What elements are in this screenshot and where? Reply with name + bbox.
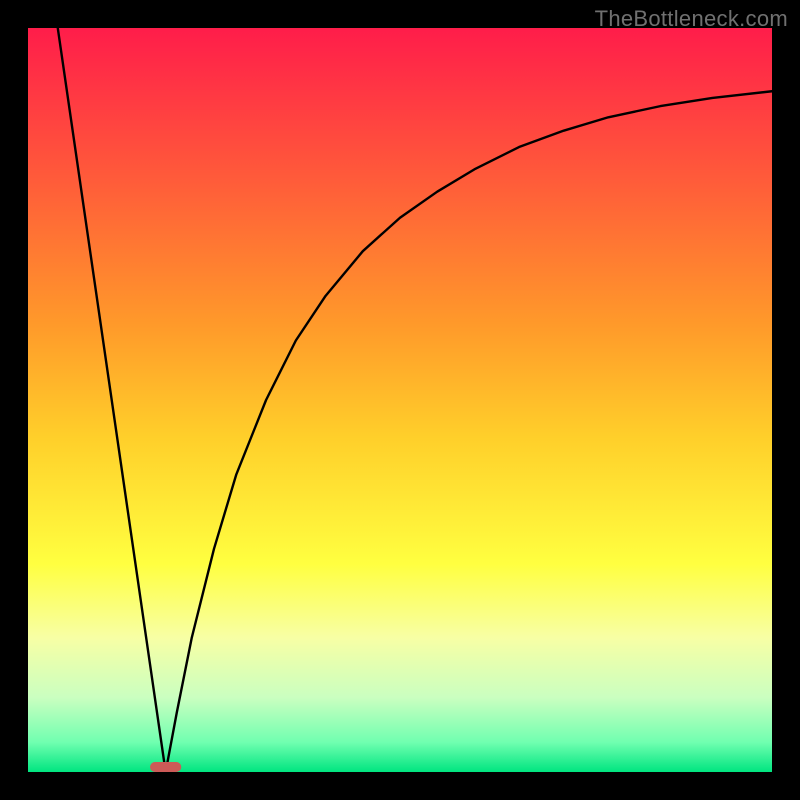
chart-min-marker [150,762,181,772]
chart-plot-area [28,28,772,772]
watermark-text: TheBottleneck.com [595,6,788,32]
chart-frame: TheBottleneck.com [0,0,800,800]
chart-background-gradient [28,28,772,772]
chart-svg [28,28,772,772]
min-marker-rect [150,762,181,772]
